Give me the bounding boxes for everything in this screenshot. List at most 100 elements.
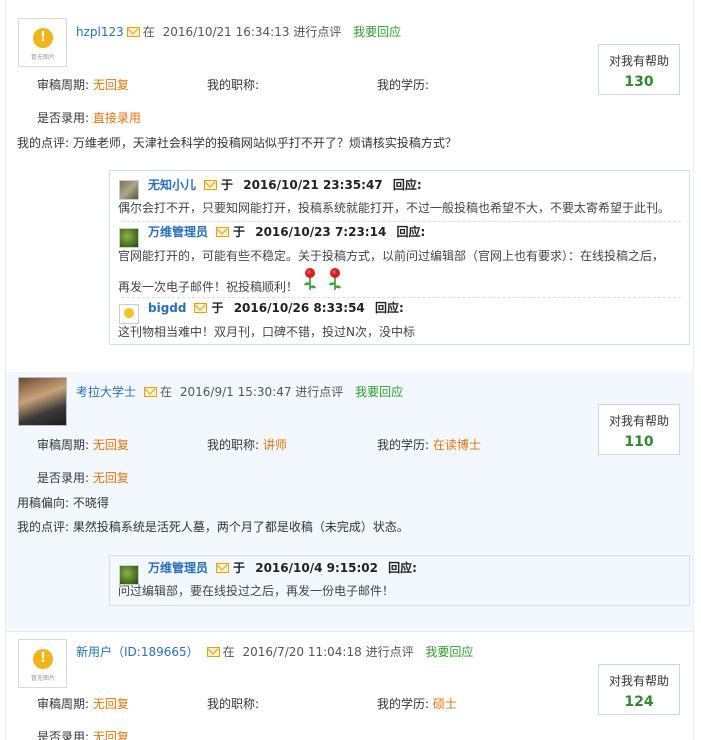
title-field: 我的职称: bbox=[207, 695, 259, 713]
accepted-field: 是否录用: 直接录用 bbox=[37, 109, 141, 127]
reply-avatar[interactable] bbox=[119, 304, 139, 324]
username-link[interactable]: hzpl123 bbox=[76, 25, 124, 39]
reply-username[interactable]: bigdd bbox=[148, 301, 186, 315]
mail-icon[interactable] bbox=[216, 563, 230, 573]
helpful-label: 对我有帮助 bbox=[608, 54, 669, 68]
at-label: 在 bbox=[142, 25, 155, 39]
education-field: 我的学历: 在读博士 bbox=[377, 436, 481, 454]
reply-suffix: 回应: bbox=[396, 225, 426, 239]
comment-text: 万维老师，天津社会科学的投稿网站似乎打不开了？烦请核实投稿方式？ bbox=[72, 136, 457, 150]
title-field: 我的职称: 讲师 bbox=[207, 436, 287, 454]
reply-header: bigdd 于 2016/10/26 8:33:54 回应: bbox=[148, 299, 404, 317]
username-link[interactable]: 新用户（ID:189665） bbox=[76, 645, 199, 659]
comment-item: 考拉大学士 在 2016/9/1 15:30:47 进行点评 我要回应 对我有帮助… bbox=[5, 372, 694, 631]
mail-icon[interactable] bbox=[194, 303, 208, 313]
rose-icon bbox=[329, 268, 341, 290]
user-avatar[interactable]: ! 暂无图片 bbox=[18, 639, 67, 688]
education-label: 我的学历: bbox=[377, 438, 430, 452]
education-field: 我的学历: 硕士 bbox=[377, 695, 457, 713]
helpful-label: 对我有帮助 bbox=[608, 674, 669, 688]
reply-link[interactable]: 我要回应 bbox=[425, 645, 473, 659]
comment-text: 果然投稿系统是活死人墓，两个月了都是收稿（未完成）状态。 bbox=[72, 520, 409, 534]
reply-text: 偶尔会打不开，只要知网能打开，投稿系统就能打开，不过一般投稿也希望不大，不要太寄… bbox=[118, 201, 671, 215]
education-value: 在读博士 bbox=[432, 438, 481, 452]
accepted-value: 直接录用 bbox=[92, 111, 141, 125]
helpful-label: 对我有帮助 bbox=[608, 414, 669, 428]
accepted-label: 是否录用: bbox=[37, 111, 90, 125]
comment-text-row: 我的点评: 果然投稿系统是活死人墓，两个月了都是收稿（未完成）状态。 bbox=[17, 518, 409, 536]
mail-icon[interactable] bbox=[204, 180, 218, 190]
accepted-field: 是否录用: 无回复 bbox=[37, 469, 129, 487]
title-label: 我的职称: bbox=[207, 438, 260, 452]
review-cycle-label: 审稿周期: bbox=[37, 78, 90, 92]
mail-icon[interactable] bbox=[216, 227, 230, 237]
review-cycle-field: 审稿周期: 无回复 bbox=[37, 695, 129, 713]
education-label: 我的学历: bbox=[377, 697, 430, 711]
preference-value: 不晓得 bbox=[72, 496, 109, 510]
reply-date: 2016/10/26 8:33:54 bbox=[233, 301, 365, 315]
reply-text: 这刊物相当难中！双月刊，口碑不错，投过N次，没中标 bbox=[118, 325, 415, 339]
reply-username[interactable]: 万维管理员 bbox=[148, 561, 208, 575]
helpful-box[interactable]: 对我有帮助 130 bbox=[598, 44, 680, 95]
review-cycle-value: 无回复 bbox=[92, 78, 129, 92]
at-label: 在 bbox=[160, 385, 173, 399]
default-avatar-icon: ! bbox=[33, 28, 53, 48]
review-cycle-label: 审稿周期: bbox=[37, 438, 90, 452]
preference-field: 用稿偏向: 不晓得 bbox=[17, 494, 109, 512]
reply-thread: 无知小儿于 2016/10/21 23:35:47 回应: 偶尔会打不开，只要知… bbox=[109, 170, 690, 345]
comment-date: 2016/10/21 16:34:13 bbox=[162, 25, 290, 39]
education-label: 我的学历: bbox=[377, 78, 430, 92]
review-cycle-field: 审稿周期: 无回复 bbox=[37, 436, 129, 454]
comment-list: ! 暂无图片 hzpl123 在 2016/10/21 16:34:13 进行点评… bbox=[0, 0, 701, 740]
user-avatar[interactable] bbox=[18, 377, 67, 426]
reply-avatar[interactable] bbox=[119, 180, 139, 200]
comment-item: ! 暂无图片 hzpl123 在 2016/10/21 16:34:13 进行点评… bbox=[5, 0, 694, 372]
reply-date: 2016/10/4 9:15:02 bbox=[255, 561, 378, 575]
title-label: 我的职称: bbox=[207, 78, 260, 92]
comment-date: 2016/7/20 11:04:18 bbox=[242, 645, 362, 659]
yu-label: 于 bbox=[233, 225, 246, 239]
mail-icon[interactable] bbox=[206, 647, 220, 657]
commented-label: 进行点评 bbox=[295, 385, 344, 399]
accepted-value: 无回复 bbox=[92, 471, 129, 485]
education-field: 我的学历: bbox=[377, 76, 429, 94]
mail-icon[interactable] bbox=[126, 27, 140, 37]
commented-label: 进行点评 bbox=[365, 645, 414, 659]
comment-label: 我的点评: bbox=[17, 136, 70, 150]
comment-header: 考拉大学士 在 2016/9/1 15:30:47 进行点评 我要回应 bbox=[76, 383, 403, 401]
reply-link[interactable]: 我要回应 bbox=[353, 25, 401, 39]
mail-icon[interactable] bbox=[144, 387, 158, 397]
accepted-value: 无回复 bbox=[92, 730, 129, 740]
helpful-box[interactable]: 对我有帮助 110 bbox=[598, 404, 680, 455]
title-value: 讲师 bbox=[262, 438, 287, 452]
review-cycle-field: 审稿周期: 无回复 bbox=[37, 76, 129, 94]
comment-item: ! 暂无图片 新用户（ID:189665） 在 2016/7/20 11:04:1… bbox=[5, 631, 694, 740]
yu-label: 于 bbox=[211, 301, 224, 315]
reply-username[interactable]: 万维管理员 bbox=[148, 225, 208, 239]
reply-date: 2016/10/21 23:35:47 bbox=[243, 178, 383, 192]
rose-icon bbox=[304, 268, 316, 290]
comment-header: 新用户（ID:189665）在 2016/7/20 11:04:18 进行点评 … bbox=[76, 643, 473, 661]
comment-header: hzpl123 在 2016/10/21 16:34:13 进行点评 我要回应 bbox=[76, 23, 401, 41]
accepted-label: 是否录用: bbox=[37, 471, 90, 485]
reply-header: 无知小儿 于 2016/10/21 23:35:47 回应: bbox=[148, 176, 422, 194]
default-avatar-icon: ! bbox=[33, 649, 53, 669]
reply-divider bbox=[122, 221, 681, 222]
reply-username[interactable]: 无知小儿 bbox=[148, 178, 196, 192]
education-value: 硕士 bbox=[432, 697, 457, 711]
username-link[interactable]: 考拉大学士 bbox=[76, 385, 136, 399]
reply-thread: 万维管理员 于 2016/10/4 9:15:02 回应: 问过编辑部，要在线投过… bbox=[109, 555, 690, 606]
reply-suffix: 回应: bbox=[388, 561, 417, 575]
helpful-count: 130 bbox=[624, 74, 654, 90]
helpful-box[interactable]: 对我有帮助 124 bbox=[598, 664, 680, 715]
helpful-count: 110 bbox=[624, 434, 654, 450]
reply-link[interactable]: 我要回应 bbox=[355, 385, 403, 399]
user-avatar[interactable]: ! 暂无图片 bbox=[18, 18, 67, 67]
comment-label: 我的点评: bbox=[17, 520, 70, 534]
yu-label: 于 bbox=[233, 561, 246, 575]
reply-text: 官网能打开的，可能有些不稳定。关于投稿方式，以前问过编辑部（官网上也有要求）：在… bbox=[118, 249, 665, 263]
reply-avatar[interactable] bbox=[119, 228, 139, 248]
review-cycle-value: 无回复 bbox=[92, 697, 129, 711]
yu-label: 于 bbox=[221, 178, 234, 192]
preference-label: 用稿偏向: bbox=[17, 496, 70, 510]
